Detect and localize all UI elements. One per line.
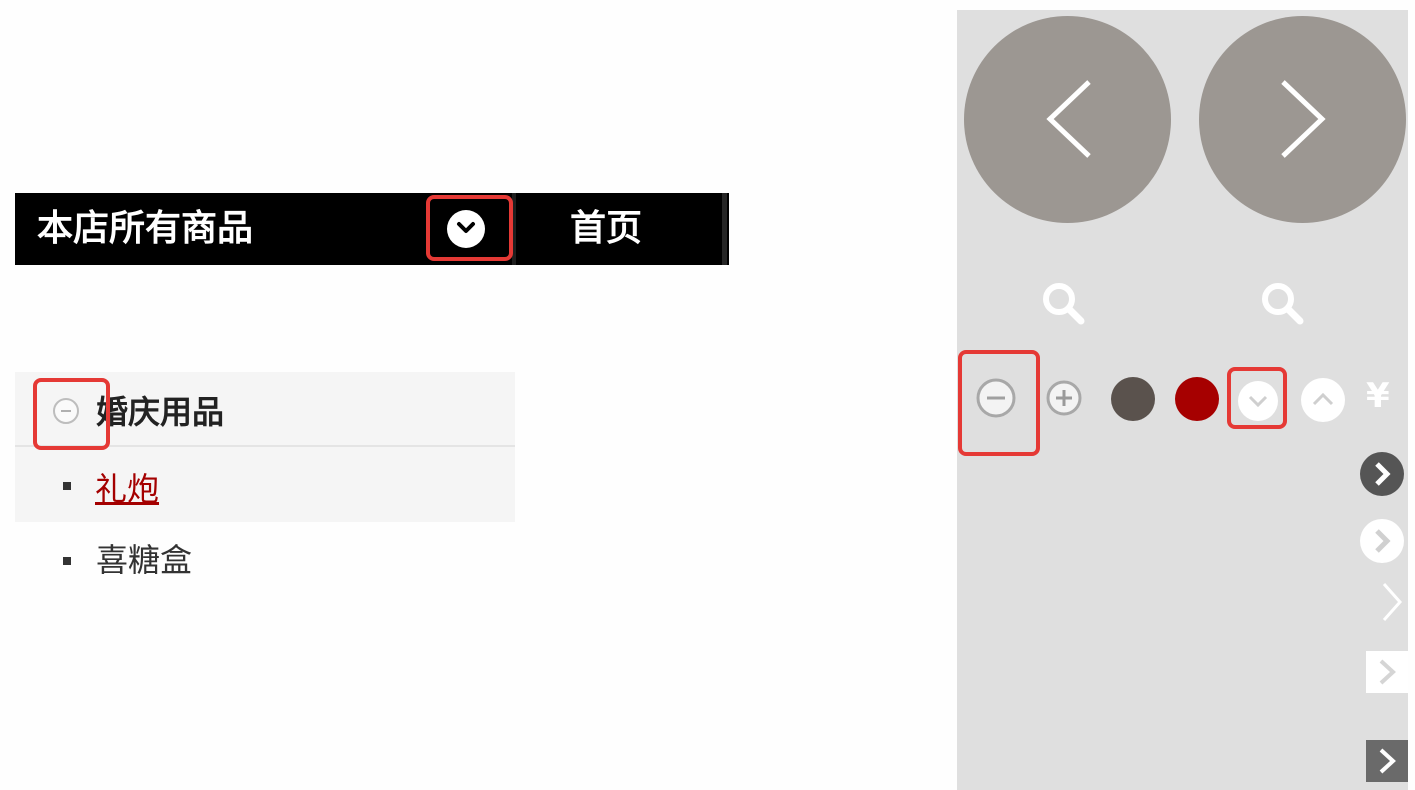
arrow-right-circle-icon[interactable]: [1199, 16, 1406, 223]
highlight-box: [1227, 367, 1287, 429]
highlight-box: [33, 378, 110, 450]
list-bullet: [63, 482, 71, 490]
category-label[interactable]: 婚庆用品: [96, 390, 224, 434]
search-icon[interactable]: [1258, 279, 1308, 329]
dark-dot-icon: [1111, 377, 1155, 421]
yen-icon: ¥: [1366, 376, 1390, 416]
chevron-right-square-icon[interactable]: [1366, 651, 1408, 693]
highlight-box: [958, 350, 1040, 456]
highlight-box: [426, 195, 513, 261]
chevron-right-square-icon[interactable]: [1366, 740, 1408, 782]
search-icon[interactable]: [1039, 279, 1089, 329]
chevron-right-icon[interactable]: [1380, 580, 1404, 628]
arrow-left-circle-icon[interactable]: [964, 16, 1171, 223]
subcategory-link-active[interactable]: 礼炮: [95, 467, 159, 511]
plus-circle-icon[interactable]: [1045, 379, 1083, 421]
list-bullet: [63, 557, 71, 565]
all-products-title[interactable]: 本店所有商品: [37, 207, 253, 251]
store-nav-bar: 本店所有商品 首页: [15, 193, 729, 265]
chevron-right-circle-icon[interactable]: [1358, 450, 1406, 502]
nav-divider: [722, 193, 727, 265]
home-link[interactable]: 首页: [570, 207, 642, 251]
chevron-right-circle-icon[interactable]: [1358, 517, 1406, 569]
red-dot-icon: [1175, 377, 1219, 421]
subcategory-link[interactable]: 喜糖盒: [96, 538, 192, 582]
chevron-up-circle-icon[interactable]: [1299, 376, 1347, 428]
